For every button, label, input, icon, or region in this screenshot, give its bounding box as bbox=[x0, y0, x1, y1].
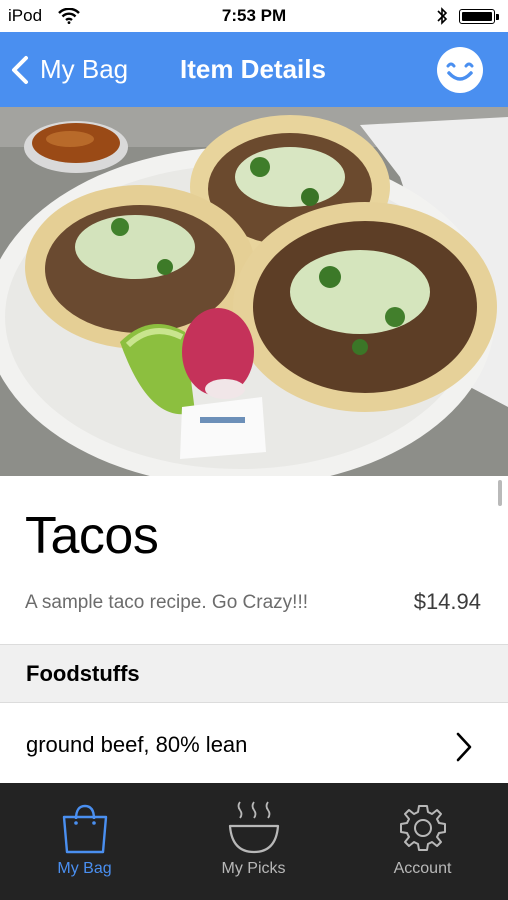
tab-account[interactable]: Account bbox=[338, 783, 507, 900]
smiley-icon bbox=[446, 62, 474, 81]
tab-label: My Picks bbox=[221, 860, 286, 877]
bluetooth-icon bbox=[437, 7, 448, 25]
bowl-icon bbox=[228, 801, 279, 854]
tab-bar: My Bag My Picks Account bbox=[0, 783, 508, 900]
tab-label: Account bbox=[393, 860, 452, 877]
item-description: A sample taco recipe. Go Crazy!!! bbox=[25, 592, 309, 613]
ingredient-label: ground beef, 80% lean bbox=[26, 732, 248, 757]
gear-icon bbox=[399, 805, 446, 851]
item-price: $14.94 bbox=[413, 589, 481, 614]
section-title: Foodstuffs bbox=[26, 661, 140, 686]
back-label: My Bag bbox=[40, 54, 129, 84]
chevron-right-icon bbox=[456, 732, 472, 762]
item-photo bbox=[0, 107, 508, 476]
tab-label: My Bag bbox=[57, 860, 112, 877]
shopping-bag-icon bbox=[62, 804, 107, 854]
status-bar: iPod 7:53 PM bbox=[0, 0, 508, 32]
smiley-button[interactable] bbox=[437, 47, 483, 93]
tacos-photo bbox=[0, 107, 508, 476]
list-item[interactable]: ground beef, 80% lean bbox=[0, 703, 508, 783]
battery-icon bbox=[459, 9, 499, 24]
tab-my-bag[interactable]: My Bag bbox=[0, 783, 169, 900]
page-title: Item Details bbox=[180, 54, 326, 84]
status-time: 7:53 PM bbox=[221, 6, 287, 25]
tab-my-picks[interactable]: My Picks bbox=[169, 783, 338, 900]
chevron-left-icon bbox=[12, 55, 28, 84]
item-name: Tacos bbox=[25, 507, 159, 565]
back-button[interactable]: My Bag bbox=[10, 32, 128, 107]
scroll-indicator bbox=[498, 480, 502, 506]
nav-bar: My Bag Item Details bbox=[0, 32, 508, 107]
section-header: Foodstuffs bbox=[0, 644, 508, 703]
